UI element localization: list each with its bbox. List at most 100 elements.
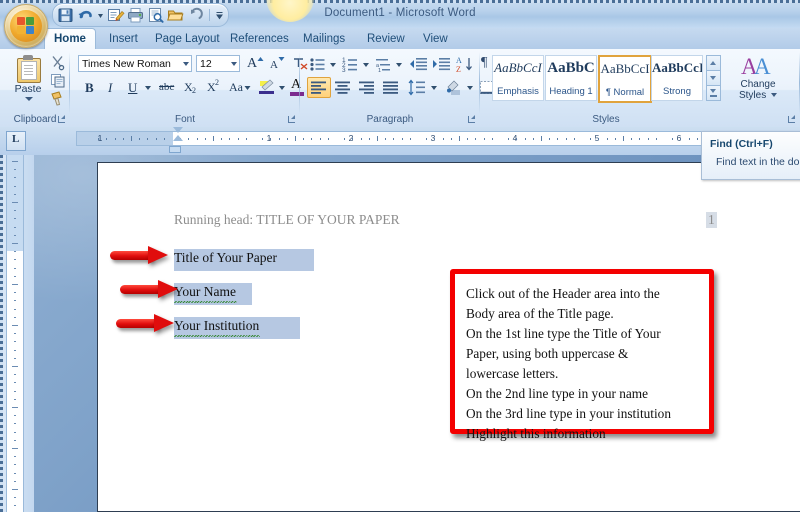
- tab-insert[interactable]: Insert: [100, 29, 147, 49]
- body-line-title[interactable]: Title of Your Paper: [174, 249, 279, 267]
- subscript-button[interactable]: X 2: [179, 77, 202, 98]
- bold-label: B: [85, 80, 94, 95]
- justify-icon: [383, 81, 398, 94]
- tab-references[interactable]: References: [221, 29, 298, 49]
- italic-button[interactable]: I: [100, 77, 122, 98]
- copy-icon: [51, 74, 65, 88]
- customize-qat-icon[interactable]: [214, 6, 225, 24]
- decrease-indent-icon: [410, 58, 427, 71]
- underline-button[interactable]: U: [122, 77, 144, 98]
- align-right-button[interactable]: [355, 77, 379, 98]
- font-dialog-launcher[interactable]: [287, 115, 296, 124]
- body-line-institution[interactable]: Your Institution: [174, 317, 260, 337]
- office-button[interactable]: [4, 4, 48, 48]
- line-spacing-button[interactable]: [406, 77, 430, 98]
- tooltip-body: Find text in the doc: [716, 156, 800, 168]
- strikethrough-label: abc: [159, 81, 175, 93]
- save-icon[interactable]: [56, 6, 75, 24]
- tab-home[interactable]: Home: [44, 28, 96, 50]
- change-case-label: Aa: [229, 80, 243, 94]
- body-line-name[interactable]: Your Name: [174, 283, 237, 303]
- tab-mailings[interactable]: Mailings: [294, 29, 354, 49]
- style-strong[interactable]: AaBbCcI Strong: [651, 55, 703, 101]
- style-normal[interactable]: AaBbCcI ¶ Normal: [598, 55, 652, 103]
- styles-dialog-launcher[interactable]: [787, 115, 796, 124]
- undo-icon[interactable]: [76, 6, 95, 24]
- instruction-callout: Click out of the Header area into the Bo…: [450, 269, 714, 441]
- ruler-bar: 1 1 2 3 4 5 6: [0, 127, 800, 155]
- shading-dropdown[interactable]: [464, 77, 476, 98]
- align-left-button[interactable]: [307, 77, 331, 98]
- paragraph-dialog-launcher[interactable]: [467, 115, 476, 124]
- open-icon[interactable]: [166, 6, 185, 24]
- styles-scroll-down-button[interactable]: [706, 70, 721, 86]
- change-styles-button[interactable]: A A Change Styles: [729, 53, 787, 101]
- tab-stop-selector[interactable]: [6, 131, 26, 151]
- change-case-button[interactable]: Aa: [226, 77, 252, 98]
- strikethrough-button[interactable]: abc: [155, 77, 179, 98]
- font-size-combo[interactable]: 12: [196, 55, 240, 72]
- font-size-chevron-down-icon: [231, 62, 237, 66]
- vertical-ruler[interactable]: [6, 155, 24, 512]
- style-emphasis[interactable]: AaBbCcI Emphasis: [492, 55, 544, 101]
- bullets-button[interactable]: [307, 54, 329, 75]
- tab-review[interactable]: Review: [358, 29, 414, 49]
- chevron-down-icon: [396, 63, 402, 67]
- cut-button[interactable]: [48, 53, 68, 72]
- copy-button[interactable]: [48, 71, 68, 90]
- document-page[interactable]: Running head: TITLE OF YOUR PAPER 1 Titl…: [97, 162, 800, 512]
- shrink-font-button[interactable]: A: [265, 54, 287, 75]
- style-name-emphasis: Emphasis: [497, 86, 539, 97]
- superscript-button[interactable]: X 2: [202, 77, 225, 98]
- numbering-button[interactable]: 1 2 3: [340, 54, 362, 75]
- style-sample-heading-1: AaBbC: [547, 60, 595, 76]
- underline-dropdown[interactable]: [142, 77, 154, 98]
- redo-icon[interactable]: [186, 6, 205, 24]
- font-name-combo[interactable]: Times New Roman: [78, 55, 192, 72]
- align-center-button[interactable]: [331, 77, 355, 98]
- styles-scroll-up-button[interactable]: [706, 55, 721, 71]
- decrease-indent-button[interactable]: [408, 54, 431, 75]
- chevron-down-icon: [244, 86, 251, 90]
- group-label-font: Font: [174, 114, 195, 125]
- first-line-indent-marker[interactable]: [173, 127, 183, 133]
- multilevel-list-button[interactable]: a 1: [373, 54, 395, 75]
- bullets-dropdown[interactable]: [327, 54, 339, 75]
- numbering-dropdown[interactable]: [360, 54, 372, 75]
- style-name-strong: Strong: [663, 86, 691, 97]
- group-paragraph: 1 2 3 a 1 A Z ¶ Paragraph: [300, 49, 507, 127]
- line-spacing-dropdown[interactable]: [428, 77, 440, 98]
- left-margin-area: [77, 132, 173, 145]
- paste-button[interactable]: Paste: [8, 53, 48, 111]
- chevron-down-icon: [363, 63, 369, 67]
- font-size-value: 12: [200, 58, 212, 70]
- horizontal-ruler[interactable]: 1 1 2 3 4 5 6: [76, 131, 792, 146]
- print-preview-icon[interactable]: [146, 6, 165, 24]
- qat-separator: [206, 6, 213, 24]
- align-center-icon: [335, 81, 350, 94]
- left-indent-marker[interactable]: [169, 146, 181, 153]
- tab-page-layout[interactable]: Page Layout: [146, 29, 229, 49]
- quick-edit-icon[interactable]: [106, 6, 125, 24]
- styles-more-button[interactable]: [706, 85, 721, 101]
- callout-text: Click out of the Header area into the Bo…: [466, 284, 710, 444]
- grow-font-button[interactable]: A: [243, 54, 265, 75]
- print-icon[interactable]: [126, 6, 145, 24]
- format-painter-button[interactable]: [48, 89, 68, 108]
- multilevel-dropdown[interactable]: [393, 54, 405, 75]
- bold-button[interactable]: B: [78, 77, 100, 98]
- increase-indent-button[interactable]: [431, 54, 454, 75]
- shrink-arrow-icon: [278, 57, 285, 61]
- sort-button[interactable]: A Z: [454, 54, 476, 75]
- hanging-indent-marker[interactable]: [173, 135, 183, 141]
- underline-label: U: [128, 80, 138, 95]
- shading-button[interactable]: [442, 77, 466, 98]
- style-heading-1[interactable]: AaBbC Heading 1: [545, 55, 597, 101]
- tab-view[interactable]: View: [414, 29, 457, 49]
- callout-line-5: lowercase letters.: [466, 366, 559, 381]
- callout-line-4: Paper, using both uppercase &: [466, 346, 629, 361]
- undo-dropdown-icon[interactable]: [96, 6, 105, 24]
- chevron-down-icon: [145, 86, 151, 90]
- justify-button[interactable]: [379, 77, 403, 98]
- clipboard-dialog-launcher[interactable]: [57, 115, 66, 124]
